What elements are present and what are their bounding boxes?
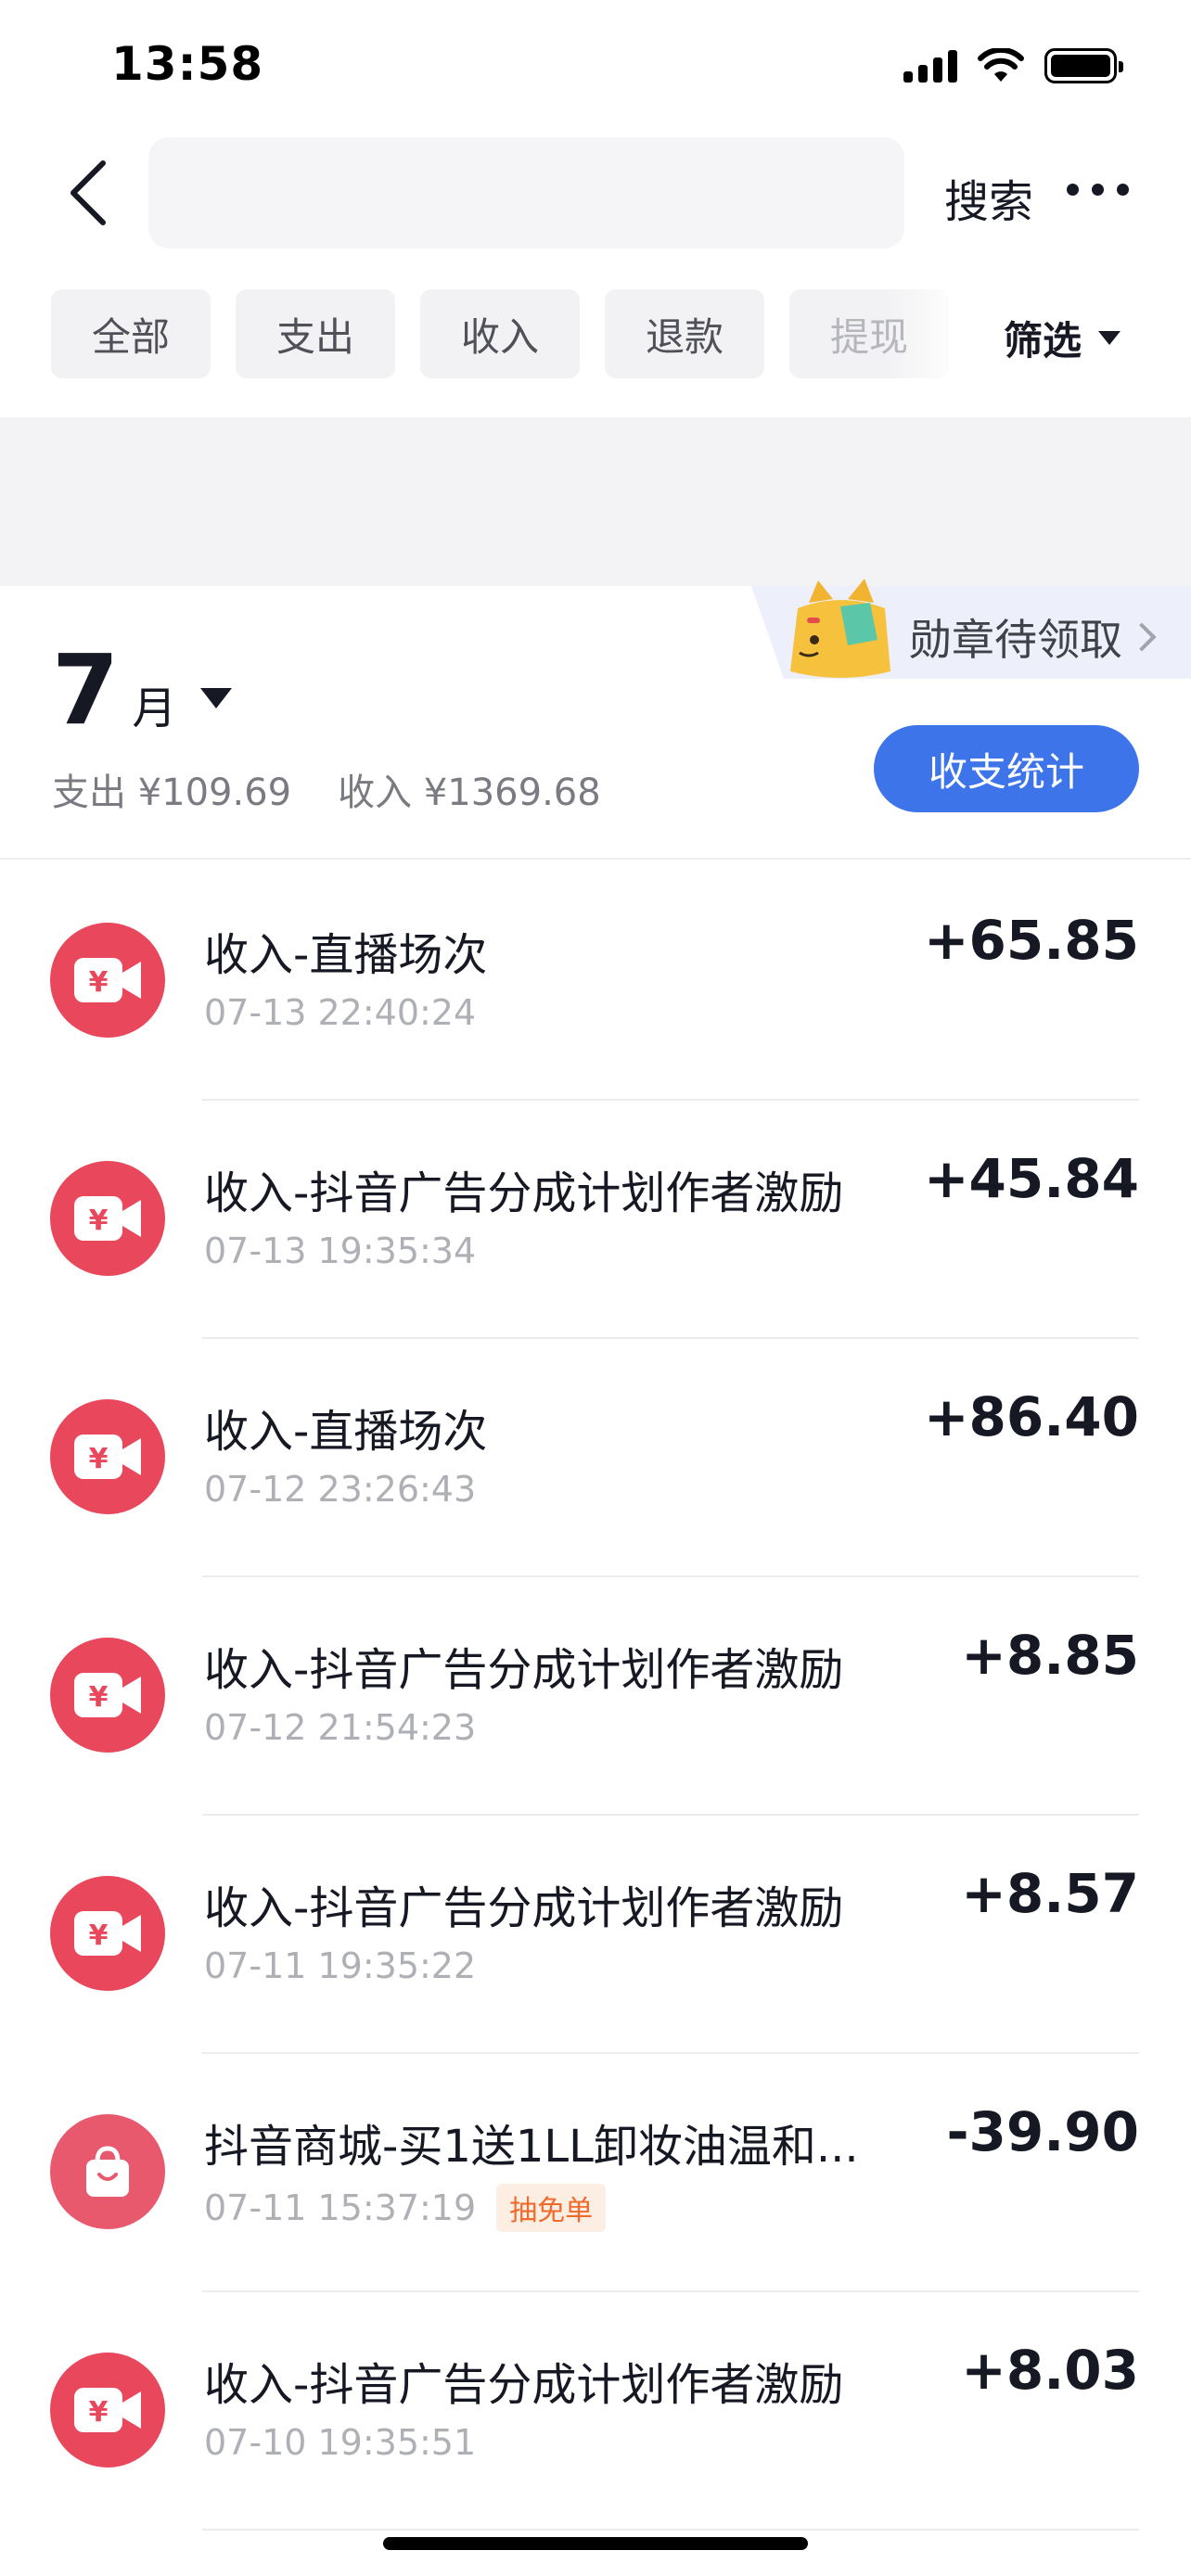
video-yuan-icon: ¥	[50, 1638, 165, 1753]
transaction-time: 07-10 19:35:51	[204, 2422, 477, 2463]
svg-text:¥: ¥	[89, 2396, 109, 2429]
video-yuan-icon: ¥	[50, 923, 165, 1038]
divider	[202, 2529, 1139, 2531]
transaction-amount: +8.03	[961, 2339, 1139, 2402]
month-totals: 支出 ¥109.69 收入 ¥1369.68	[52, 762, 601, 816]
transaction-amount: +45.84	[923, 1147, 1139, 1210]
svg-text:¥: ¥	[89, 1443, 109, 1475]
transaction-time: 07-11 19:35:22	[204, 1945, 477, 1986]
triangle-down-icon	[200, 688, 233, 708]
transaction-title: 收入-抖音广告分成计划作者激励	[204, 1167, 844, 1219]
transaction-time: 07-12 21:54:23	[204, 1707, 477, 1748]
month-unit: 月	[132, 682, 177, 734]
expense-total: 支出 ¥109.69	[52, 772, 292, 814]
transaction-time: 07-13 19:35:34	[204, 1231, 477, 1271]
video-yuan-icon: ¥	[50, 1161, 165, 1276]
transaction-row[interactable]: ¥ 收入-抖音广告分成计划作者激励 07-12 21:54:23 +8.85	[0, 1577, 1191, 1816]
battery-icon	[1044, 48, 1123, 83]
search-button[interactable]: 搜索	[944, 165, 1033, 230]
video-yuan-icon: ¥	[50, 2353, 165, 2468]
transaction-row[interactable]: ¥ 收入-直播场次 07-13 22:40:24 +65.85	[0, 862, 1191, 1101]
banner	[0, 417, 1191, 586]
header: 搜索	[0, 130, 1191, 250]
transaction-title: 收入-抖音广告分成计划作者激励	[204, 1882, 844, 1934]
search-box[interactable]	[148, 137, 904, 249]
tab-withdraw[interactable]: 提现	[789, 289, 949, 378]
transaction-title: 收入-直播场次	[204, 929, 488, 981]
tab-all[interactable]: 全部	[51, 289, 211, 378]
more-button[interactable]	[1067, 184, 1129, 196]
svg-text:¥: ¥	[89, 966, 109, 999]
signal-icon	[903, 49, 957, 83]
tab-expense[interactable]: 支出	[236, 289, 395, 378]
promo-tag: 抽免单	[496, 2184, 607, 2232]
transaction-amount: +8.85	[961, 1624, 1139, 1687]
badge-link[interactable]: 勋章待领取	[909, 606, 1157, 668]
status-bar: 13:58	[0, 0, 1191, 130]
svg-text:¥: ¥	[89, 1205, 109, 1237]
transaction-row[interactable]: ¥ 收入-抖音广告分成计划作者激励 07-11 19:35:22 +8.57	[0, 1816, 1191, 2054]
month-number: 7	[52, 633, 120, 746]
transaction-title: 收入-直播场次	[204, 1406, 488, 1458]
home-indicator	[383, 2537, 808, 2550]
transaction-row[interactable]: 抖音商城-买1送1LL卸妆油温和... 07-11 15:37:19 抽免单 -…	[0, 2054, 1191, 2292]
month-summary: 勋章待领取 7 月 支出 ¥109.69 收入 ¥1369.68 收支统计	[0, 579, 1191, 860]
filter-label: 筛选	[1004, 318, 1082, 363]
svg-text:¥: ¥	[89, 1919, 109, 1952]
transaction-title: 收入-抖音广告分成计划作者激励	[204, 2359, 844, 2411]
wifi-icon	[978, 48, 1024, 82]
transaction-list: ¥ 收入-直播场次 07-13 22:40:24 +65.85 ¥ 收入-抖音广…	[0, 862, 1191, 2531]
transaction-amount: +86.40	[923, 1385, 1139, 1448]
transaction-row[interactable]: ¥ 收入-抖音广告分成计划作者激励 07-10 19:35:51 +8.03	[0, 2292, 1191, 2531]
chevron-left-icon	[70, 160, 106, 225]
video-yuan-icon: ¥	[50, 1876, 165, 1991]
cat-bag-icon	[790, 579, 890, 678]
transaction-amount: -39.90	[946, 2100, 1139, 2163]
transaction-time: 07-13 22:40:24	[204, 992, 477, 1033]
triangle-down-icon	[1098, 331, 1121, 345]
svg-text:¥: ¥	[89, 1681, 109, 1714]
month-selector[interactable]: 7 月	[52, 633, 233, 746]
tab-income[interactable]: 收入	[420, 289, 580, 378]
transaction-time: 07-12 23:26:43	[204, 1469, 477, 1510]
status-time: 13:58	[111, 37, 264, 91]
transaction-amount: +8.57	[961, 1862, 1139, 1925]
filter-tabs: 全部 支出 收入 退款 提现 筛选	[0, 289, 1191, 382]
shopping-bag-icon	[50, 2114, 165, 2229]
income-total: 收入 ¥1369.68	[338, 772, 601, 814]
transaction-title: 抖音商城-买1送1LL卸妆油温和...	[204, 2121, 859, 2173]
filter-button[interactable]: 筛选	[1004, 310, 1121, 366]
status-icons	[903, 48, 1123, 83]
stats-button[interactable]: 收支统计	[874, 725, 1139, 812]
search-input[interactable]	[148, 137, 904, 249]
transaction-amount: +65.85	[923, 909, 1139, 972]
transaction-title: 收入-抖音广告分成计划作者激励	[204, 1644, 844, 1696]
back-button[interactable]	[56, 156, 121, 230]
transaction-row[interactable]: ¥ 收入-抖音广告分成计划作者激励 07-13 19:35:34 +45.84	[0, 1101, 1191, 1339]
tab-refund[interactable]: 退款	[605, 289, 764, 378]
chevron-right-icon	[1127, 622, 1157, 652]
transaction-time: 07-11 15:37:19 抽免单	[204, 2184, 607, 2232]
transaction-row[interactable]: ¥ 收入-直播场次 07-12 23:26:43 +86.40	[0, 1339, 1191, 1577]
badge-label: 勋章待领取	[909, 615, 1122, 665]
more-dots-icon	[1067, 184, 1079, 196]
video-yuan-icon: ¥	[50, 1399, 165, 1514]
